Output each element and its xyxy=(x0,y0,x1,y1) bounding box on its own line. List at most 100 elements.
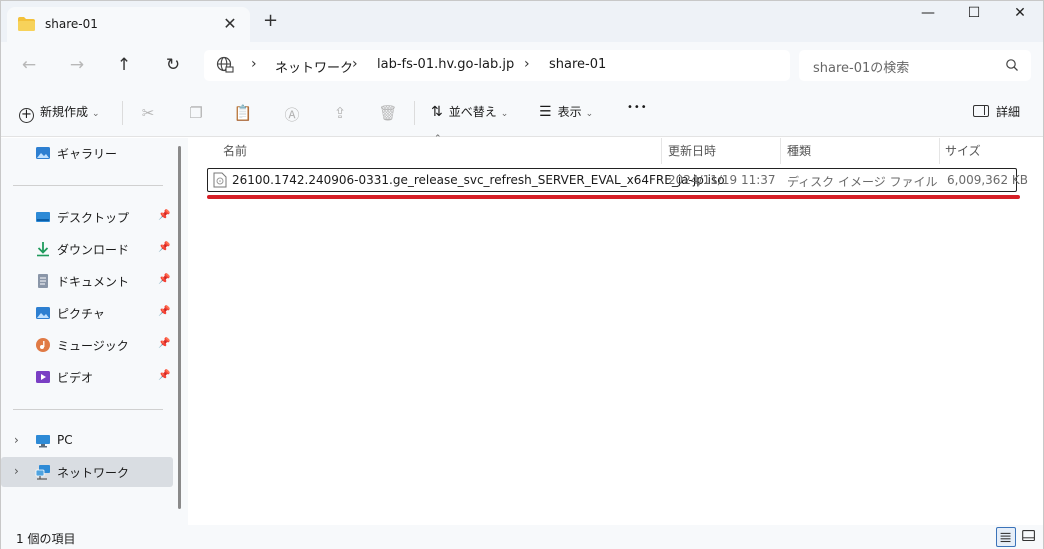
copy-icon[interactable]: ❐ xyxy=(186,104,206,122)
sidebar-item-pictures[interactable]: ピクチャ 📌 xyxy=(1,298,173,328)
breadcrumb-separator: › xyxy=(524,56,530,72)
column-header-date[interactable]: 更新日時 xyxy=(668,142,716,164)
tab-title: share-01 xyxy=(45,17,98,31)
column-divider[interactable] xyxy=(780,138,781,164)
desktop-icon xyxy=(36,212,50,222)
more-options-button[interactable]: ••• xyxy=(627,102,648,124)
search-icon xyxy=(1006,59,1018,71)
chevron-down-icon: ⌄ xyxy=(92,109,100,119)
file-size: 6,009,362 KB xyxy=(947,173,1028,187)
plus-circle-icon: + xyxy=(19,108,34,123)
pin-icon[interactable]: 📌 xyxy=(158,210,170,221)
table-row[interactable]: 26100.1742.240906-0331.ge_release_svc_re… xyxy=(207,168,1028,192)
share-icon[interactable]: ⇪ xyxy=(330,104,350,122)
column-header-size[interactable]: サイズ xyxy=(945,142,981,164)
paste-icon[interactable]: 📋 xyxy=(233,104,253,122)
title-bar: share-01 ✕ + — ☐ ✕ xyxy=(1,1,1043,42)
sidebar-item-label: ピクチャ xyxy=(57,307,105,321)
new-tab-button[interactable]: + xyxy=(263,12,278,30)
item-count: 1 個の項目 xyxy=(16,532,76,546)
view-button[interactable]: ☰ 表示 ⌄ xyxy=(539,103,593,125)
red-underline-annotation xyxy=(207,195,1020,199)
sort-indicator-icon: ⌃ xyxy=(434,134,442,144)
close-tab-icon[interactable]: ✕ xyxy=(221,14,239,33)
sidebar-scrollbar[interactable] xyxy=(178,146,181,509)
view-icon: ☰ xyxy=(539,104,552,120)
forward-button[interactable]: → xyxy=(65,55,89,77)
sidebar-item-label: ダウンロード xyxy=(57,243,130,257)
sidebar-item-network[interactable]: › ネットワーク xyxy=(1,457,173,487)
navigation-pane: ギャラリー デスクトップ 📌 ダウンロード 📌 ドキュメント 📌 ピクチャ 📌 … xyxy=(1,138,188,525)
file-explorer-window: share-01 ✕ + — ☐ ✕ ← → ↑ ↻ › ネットワーク › la… xyxy=(0,0,1044,549)
gallery-icon xyxy=(36,147,50,159)
chevron-down-icon: ⌄ xyxy=(500,109,509,119)
disc-image-file-icon xyxy=(213,172,227,188)
tiles-view-button[interactable] xyxy=(1020,527,1040,547)
sort-label: 並べ替え xyxy=(448,105,497,119)
sidebar-item-gallery[interactable]: ギャラリー xyxy=(1,138,173,168)
sidebar-item-label: PC xyxy=(57,433,73,447)
new-label: 新規作成 xyxy=(40,105,89,119)
expand-chevron-icon[interactable]: › xyxy=(14,464,19,478)
new-button[interactable]: + 新規作成 ⌄ xyxy=(19,103,100,125)
search-input[interactable]: share-01の検索 xyxy=(799,50,1031,81)
sidebar-item-music[interactable]: ミュージック 📌 xyxy=(1,330,173,360)
sidebar-item-videos[interactable]: ビデオ 📌 xyxy=(1,362,173,392)
cut-icon[interactable]: ✂ xyxy=(138,104,158,122)
sidebar-item-pc[interactable]: › PC xyxy=(1,426,173,456)
pin-icon[interactable]: 📌 xyxy=(158,274,170,285)
pin-icon[interactable]: 📌 xyxy=(158,306,170,317)
sort-icon: ⇅ xyxy=(431,104,443,120)
network-icon xyxy=(35,465,50,480)
pin-icon[interactable]: 📌 xyxy=(158,338,170,349)
sidebar-item-label: ギャラリー xyxy=(57,147,118,161)
breadcrumb-share[interactable]: share-01 xyxy=(549,57,606,72)
sidebar-item-label: ネットワーク xyxy=(57,466,130,480)
sidebar-item-label: ドキュメント xyxy=(57,275,130,289)
column-header-type[interactable]: 種類 xyxy=(787,142,811,164)
download-icon xyxy=(37,242,49,257)
refresh-button[interactable]: ↻ xyxy=(161,55,185,77)
file-name: 26100.1742.240906-0331.ge_release_svc_re… xyxy=(232,173,725,187)
up-button[interactable]: ↑ xyxy=(112,55,136,77)
search-placeholder: share-01の検索 xyxy=(813,61,910,76)
music-icon xyxy=(36,338,50,352)
sidebar-item-documents[interactable]: ドキュメント 📌 xyxy=(1,266,173,296)
file-type: ディスク イメージ ファイル xyxy=(787,175,938,189)
details-pane-icon xyxy=(973,105,989,117)
breadcrumb-server[interactable]: lab-fs-01.hv.go-lab.jp xyxy=(377,57,514,72)
sidebar-item-downloads[interactable]: ダウンロード 📌 xyxy=(1,234,173,264)
chevron-down-icon: ⌄ xyxy=(585,109,594,119)
close-window-button[interactable]: ✕ xyxy=(997,5,1043,27)
sidebar-item-desktop[interactable]: デスクトップ 📌 xyxy=(1,202,173,232)
sidebar-divider xyxy=(13,185,163,186)
tab-share-01[interactable]: share-01 ✕ xyxy=(7,7,250,42)
minimize-button[interactable]: — xyxy=(905,5,951,27)
navigation-bar: ← → ↑ ↻ › ネットワーク › lab-fs-01.hv.go-lab.j… xyxy=(1,42,1043,89)
pin-icon[interactable]: 📌 xyxy=(158,370,170,381)
divider xyxy=(414,101,415,125)
file-list: ⌃ 名前 更新日時 種類 サイズ 26100.1742.240906-0331.… xyxy=(188,134,1043,525)
pin-icon[interactable]: 📌 xyxy=(158,242,170,253)
sidebar-item-label: ビデオ xyxy=(57,371,94,385)
details-pane-button[interactable]: 詳細 xyxy=(973,103,1020,125)
breadcrumb-separator: › xyxy=(251,56,257,72)
expand-chevron-icon[interactable]: › xyxy=(14,433,19,447)
breadcrumb-network[interactable]: ネットワーク xyxy=(275,57,353,76)
maximize-button[interactable]: ☐ xyxy=(951,5,997,27)
column-divider[interactable] xyxy=(939,138,940,164)
column-header-name[interactable]: 名前 xyxy=(223,142,247,164)
file-date: 2024/11/19 11:37 xyxy=(668,173,776,187)
back-button[interactable]: ← xyxy=(17,55,41,77)
tiles-view-icon xyxy=(1022,530,1035,542)
column-divider[interactable] xyxy=(661,138,662,164)
sort-button[interactable]: ⇅ 並べ替え ⌄ xyxy=(431,103,508,125)
video-icon xyxy=(36,371,50,383)
details-view-button[interactable] xyxy=(996,527,1016,547)
network-globe-icon xyxy=(216,56,234,73)
divider xyxy=(122,101,123,125)
delete-icon[interactable]: 🗑 xyxy=(378,104,398,122)
command-bar: + 新規作成 ⌄ ✂ ❐ 📋 Ⓐ ⇪ 🗑 ⇅ 並べ替え ⌄ ☰ 表示 ⌄ ••• 詳細 xyxy=(1,89,1043,137)
rename-icon[interactable]: Ⓐ xyxy=(282,104,302,124)
address-bar[interactable]: › ネットワーク › lab-fs-01.hv.go-lab.jp › shar… xyxy=(204,50,790,81)
